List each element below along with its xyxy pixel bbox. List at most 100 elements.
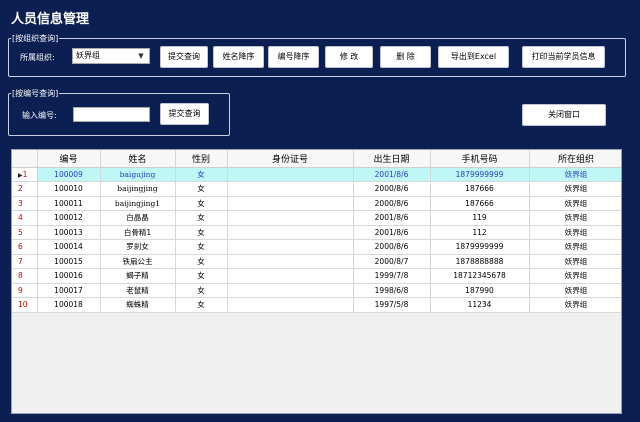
cell-birth[interactable]: 1998/6/8 xyxy=(353,283,431,298)
cell-phone[interactable]: 18712345678 xyxy=(430,268,530,284)
edit-button[interactable]: 修 改 xyxy=(325,46,373,68)
row-number[interactable]: 7 xyxy=(12,254,38,269)
cell-id[interactable]: 100011 xyxy=(37,196,101,211)
table-row[interactable]: 3 100011 baijingjing1 女 2000/8/6 187666 妖界组 xyxy=(12,196,621,211)
cell-birth[interactable]: 2000/8/6 xyxy=(353,196,431,211)
cell-idcard[interactable] xyxy=(227,196,354,211)
cell-name[interactable]: 铁扇公主 xyxy=(100,254,176,269)
cell-phone[interactable]: 187666 xyxy=(430,181,530,197)
cell-phone[interactable]: 119 xyxy=(430,210,530,226)
cell-sex[interactable]: 女 xyxy=(175,196,228,211)
cell-birth[interactable]: 2001/8/6 xyxy=(353,210,431,226)
row-number[interactable]: 4 xyxy=(12,210,38,226)
cell-id[interactable]: 100010 xyxy=(37,181,101,197)
cell-birth[interactable]: 2000/8/6 xyxy=(353,239,431,255)
table-row[interactable]: 7 100015 铁扇公主女 2000/8/7 1878888888 妖界组 xyxy=(12,254,621,269)
cell-name[interactable]: 白晶晶 xyxy=(100,210,176,226)
table-row[interactable]: ▶1 100009 baigujing 女 2001/8/6 1879999999 妖界组 xyxy=(12,167,621,182)
cell-phone[interactable]: 11234 xyxy=(430,297,530,313)
cell-sex[interactable]: 女 xyxy=(175,254,228,269)
name-desc-button[interactable]: 姓名降序 xyxy=(213,46,264,68)
cell-org[interactable]: 妖界组 xyxy=(529,167,621,182)
cell-org[interactable]: 妖界组 xyxy=(529,283,621,298)
submit-id-query-button[interactable]: 提交查询 xyxy=(160,103,209,125)
row-number[interactable]: 6 xyxy=(12,239,38,255)
cell-birth[interactable]: 2001/8/6 xyxy=(353,225,431,240)
cell-org[interactable]: 妖界组 xyxy=(529,210,621,226)
table-row[interactable]: 2 100010 baijingjing 女 2000/8/6 187666 妖界组 xyxy=(12,181,621,197)
cell-idcard[interactable] xyxy=(227,167,354,182)
cell-sex[interactable]: 女 xyxy=(175,167,228,182)
table-row[interactable]: 4 100012 白晶晶女 2001/8/6 119 妖界组 xyxy=(12,210,621,226)
column-header-birth[interactable]: 出生日期 xyxy=(353,150,431,168)
cell-org[interactable]: 妖界组 xyxy=(529,254,621,269)
row-number[interactable]: 2 xyxy=(12,181,38,197)
export-excel-button[interactable]: 导出到Excel xyxy=(438,46,509,68)
row-number[interactable]: 10 xyxy=(12,297,38,313)
cell-birth[interactable]: 1999/7/8 xyxy=(353,268,431,284)
cell-name[interactable]: baigujing xyxy=(100,167,176,182)
cell-id[interactable]: 100018 xyxy=(37,297,101,313)
cell-sex[interactable]: 女 xyxy=(175,181,228,197)
cell-id[interactable]: 100017 xyxy=(37,283,101,298)
print-button[interactable]: 打印当前学员信息 xyxy=(522,46,605,68)
cell-phone[interactable]: 1878888888 xyxy=(430,254,530,269)
id-desc-button[interactable]: 编号降序 xyxy=(268,46,319,68)
cell-name[interactable]: 老鼠精 xyxy=(100,283,176,298)
cell-org[interactable]: 妖界组 xyxy=(529,268,621,284)
cell-sex[interactable]: 女 xyxy=(175,239,228,255)
row-number[interactable]: 3 xyxy=(12,196,38,211)
id-input[interactable] xyxy=(73,107,150,122)
cell-id[interactable]: 100015 xyxy=(37,254,101,269)
cell-idcard[interactable] xyxy=(227,254,354,269)
row-number[interactable]: 5 xyxy=(12,225,38,240)
cell-name[interactable]: 罗刹女 xyxy=(100,239,176,255)
submit-org-query-button[interactable]: 提交查询 xyxy=(160,46,208,68)
column-header-sex[interactable]: 性别 xyxy=(175,150,228,168)
cell-idcard[interactable] xyxy=(227,239,354,255)
cell-sex[interactable]: 女 xyxy=(175,297,228,313)
cell-name[interactable]: 蝎子精 xyxy=(100,268,176,284)
cell-org[interactable]: 妖界组 xyxy=(529,196,621,211)
cell-id[interactable]: 100013 xyxy=(37,225,101,240)
cell-phone[interactable]: 187990 xyxy=(430,283,530,298)
table-row[interactable]: 6 100014 罗刹女女 2000/8/6 1879999999 妖界组 xyxy=(12,239,621,255)
table-row[interactable]: 8 100016 蝎子精女 1999/7/8 18712345678 妖界组 xyxy=(12,268,621,284)
column-header-phone[interactable]: 手机号码 xyxy=(430,150,530,168)
cell-phone[interactable]: 187666 xyxy=(430,196,530,211)
table-row[interactable]: 9 100017 老鼠精女 1998/6/8 187990 妖界组 xyxy=(12,283,621,298)
org-select[interactable]: 妖界组 ▼ xyxy=(72,48,150,64)
cell-idcard[interactable] xyxy=(227,181,354,197)
cell-id[interactable]: 100009 xyxy=(37,167,101,182)
cell-sex[interactable]: 女 xyxy=(175,225,228,240)
cell-id[interactable]: 100016 xyxy=(37,268,101,284)
cell-org[interactable]: 妖界组 xyxy=(529,239,621,255)
row-number[interactable]: ▶1 xyxy=(12,167,38,182)
cell-idcard[interactable] xyxy=(227,297,354,313)
cell-org[interactable]: 妖界组 xyxy=(529,297,621,313)
cell-idcard[interactable] xyxy=(227,225,354,240)
cell-name[interactable]: 蜘蛛精 xyxy=(100,297,176,313)
cell-org[interactable]: 妖界组 xyxy=(529,225,621,240)
cell-phone[interactable]: 1879999999 xyxy=(430,239,530,255)
cell-birth[interactable]: 1997/5/8 xyxy=(353,297,431,313)
cell-idcard[interactable] xyxy=(227,210,354,226)
column-header-id[interactable]: 编号 xyxy=(37,150,101,168)
cell-name[interactable]: baijingjing xyxy=(100,181,176,197)
person-table[interactable]: 编号 姓名 性别 身份证号 出生日期 手机号码 所在组织 ▶1 100009 bai… xyxy=(11,149,622,414)
table-row[interactable]: 10 100018 蜘蛛精女 1997/5/8 11234 妖界组 xyxy=(12,297,621,313)
cell-name[interactable]: 白骨精1 xyxy=(100,225,176,240)
column-header-idcard[interactable]: 身份证号 xyxy=(227,150,354,168)
cell-id[interactable]: 100014 xyxy=(37,239,101,255)
cell-name[interactable]: baijingjing1 xyxy=(100,196,176,211)
cell-phone[interactable]: 1879999999 xyxy=(430,167,530,182)
cell-sex[interactable]: 女 xyxy=(175,283,228,298)
row-number[interactable]: 9 xyxy=(12,283,38,298)
cell-idcard[interactable] xyxy=(227,268,354,284)
delete-button[interactable]: 删 除 xyxy=(380,46,431,68)
table-row[interactable]: 5 100013 白骨精1 女 2001/8/6 112 妖界组 xyxy=(12,225,621,240)
cell-phone[interactable]: 112 xyxy=(430,225,530,240)
cell-sex[interactable]: 女 xyxy=(175,210,228,226)
cell-sex[interactable]: 女 xyxy=(175,268,228,284)
cell-birth[interactable]: 2001/8/6 xyxy=(353,167,431,182)
